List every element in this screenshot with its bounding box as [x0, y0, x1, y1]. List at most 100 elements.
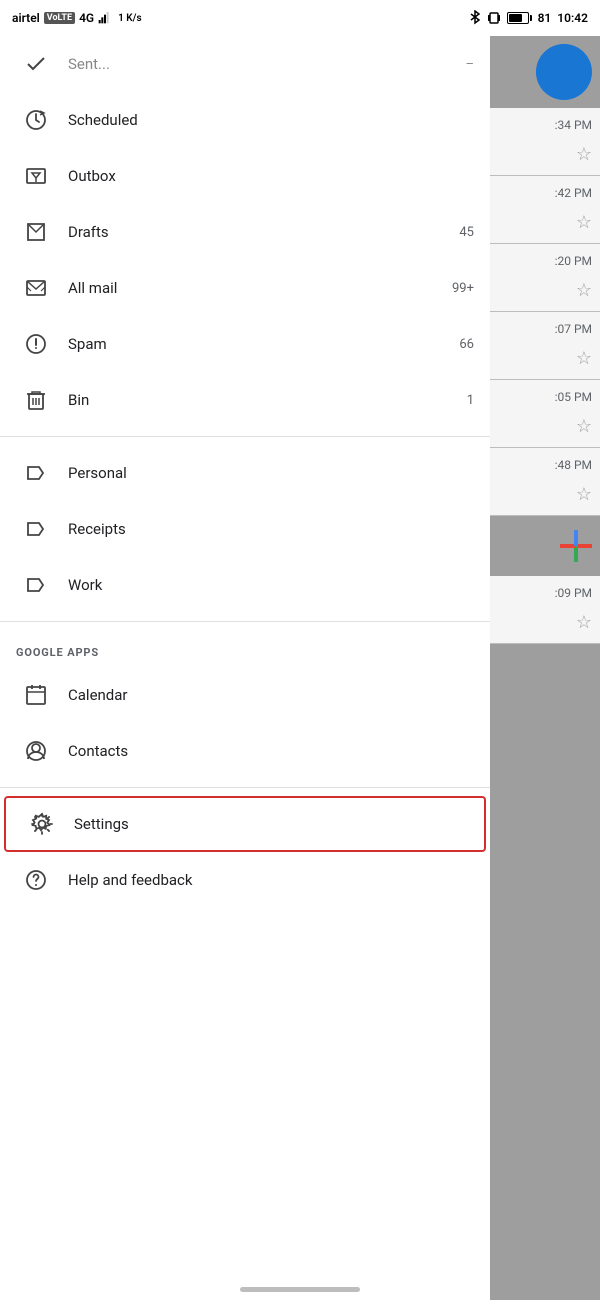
spam-svg-icon [24, 332, 48, 356]
compose-area [490, 516, 600, 576]
drafts-svg-icon [24, 220, 48, 244]
email-time-5: :05 PM [555, 390, 592, 404]
status-left: airtel VoLTE 4G 1 K/s [12, 10, 142, 26]
email-list: :34 PM ☆ :42 PM ☆ :20 PM ☆ :07 PM ☆ :05 … [490, 108, 600, 644]
help-label: Help and feedback [68, 871, 474, 889]
contacts-icon [16, 739, 56, 763]
outbox-svg-icon [24, 164, 48, 188]
divider-settings [0, 787, 490, 788]
email-row-4[interactable]: :07 PM ☆ [490, 312, 600, 380]
sent-label: Sent... [68, 55, 465, 73]
star-icon-7[interactable]: ☆ [576, 612, 592, 633]
email-row-3[interactable]: :20 PM ☆ [490, 244, 600, 312]
network-gen: 4G [79, 11, 94, 25]
email-time-1: :34 PM [555, 118, 592, 132]
speed-label: 1 K/s [118, 13, 141, 24]
contacts-label: Contacts [68, 742, 474, 760]
menu-item-outbox[interactable]: Outbox [0, 148, 490, 204]
email-row-5[interactable]: :05 PM ☆ [490, 380, 600, 448]
all-mail-icon [16, 276, 56, 300]
signal-icon [98, 10, 114, 26]
drafts-count: 45 [459, 225, 474, 240]
receipts-label-icon [16, 517, 56, 541]
email-row-7[interactable]: :09 PM ☆ [490, 576, 600, 644]
settings-svg-icon [30, 812, 54, 836]
menu-item-receipts[interactable]: Receipts [0, 501, 490, 557]
scheduled-svg-icon [24, 108, 48, 132]
menu-item-work[interactable]: Work [0, 557, 490, 613]
menu-item-bin[interactable]: Bin 1 [0, 372, 490, 428]
drafts-icon [16, 220, 56, 244]
home-indicator [240, 1287, 360, 1292]
all-mail-label: All mail [68, 279, 452, 297]
divider-google-apps [0, 621, 490, 622]
menu-item-help[interactable]: Help and feedback [0, 852, 490, 908]
google-apps-section-header: GOOGLE APPS [0, 630, 490, 667]
menu-item-settings[interactable]: Settings [4, 796, 486, 852]
bin-count: 1 [467, 393, 474, 408]
battery-percent: 81 [538, 11, 552, 25]
work-label-icon [16, 573, 56, 597]
calendar-icon [16, 683, 56, 707]
menu-item-spam[interactable]: Spam 66 [0, 316, 490, 372]
email-time-4: :07 PM [555, 322, 592, 336]
email-row-1[interactable]: :34 PM ☆ [490, 108, 600, 176]
volte-badge: VoLTE [44, 12, 75, 24]
email-row-6[interactable]: :48 PM ☆ [490, 448, 600, 516]
receipts-svg-icon [24, 517, 48, 541]
calendar-label: Calendar [68, 686, 474, 704]
help-svg-icon [24, 868, 48, 892]
settings-label: Settings [74, 815, 468, 833]
menu-item-calendar[interactable]: Calendar [0, 667, 490, 723]
battery-indicator [507, 12, 532, 24]
calendar-svg-icon [24, 683, 48, 707]
star-icon-2[interactable]: ☆ [576, 212, 592, 233]
personal-label-icon [16, 461, 56, 485]
email-time-2: :42 PM [555, 186, 592, 200]
personal-svg-icon [24, 461, 48, 485]
spam-count: 66 [459, 337, 474, 352]
star-icon-6[interactable]: ☆ [576, 484, 592, 505]
personal-label: Personal [68, 464, 474, 482]
work-label: Work [68, 576, 474, 594]
settings-icon [22, 812, 62, 836]
menu-item-scheduled[interactable]: Scheduled [0, 92, 490, 148]
work-svg-icon [24, 573, 48, 597]
status-bar: airtel VoLTE 4G 1 K/s 81 10:42 [0, 0, 600, 36]
google-plus-button[interactable] [556, 528, 592, 564]
contacts-svg-icon [24, 739, 48, 763]
email-panel: :34 PM ☆ :42 PM ☆ :20 PM ☆ :07 PM ☆ :05 … [490, 36, 600, 1300]
bin-svg-icon [24, 388, 48, 412]
spam-label: Spam [68, 335, 459, 353]
star-icon-1[interactable]: ☆ [576, 144, 592, 165]
google-plus-icon [560, 530, 592, 562]
outbox-icon [16, 164, 56, 188]
status-right: 81 10:42 [469, 10, 588, 26]
sent-checkmark-icon [24, 52, 48, 76]
carrier-label: airtel [12, 11, 40, 25]
sent-icon [16, 52, 56, 76]
star-icon-4[interactable]: ☆ [576, 348, 592, 369]
scheduled-icon [16, 108, 56, 132]
all-mail-count: 99+ [452, 281, 474, 296]
menu-item-contacts[interactable]: Contacts [0, 723, 490, 779]
navigation-drawer: Sent... – Scheduled [0, 36, 490, 1300]
help-icon [16, 868, 56, 892]
star-icon-3[interactable]: ☆ [576, 280, 592, 301]
email-row-2[interactable]: :42 PM ☆ [490, 176, 600, 244]
spam-icon [16, 332, 56, 356]
scheduled-label: Scheduled [68, 111, 474, 129]
bin-icon [16, 388, 56, 412]
email-time-6: :48 PM [555, 458, 592, 472]
menu-item-all-mail[interactable]: All mail 99+ [0, 260, 490, 316]
avatar[interactable] [536, 44, 592, 100]
menu-item-drafts[interactable]: Drafts 45 [0, 204, 490, 260]
email-time-7: :09 PM [555, 586, 592, 600]
star-icon-5[interactable]: ☆ [576, 416, 592, 437]
menu-item-personal[interactable]: Personal [0, 445, 490, 501]
outbox-label: Outbox [68, 167, 474, 185]
menu-item-sent[interactable]: Sent... – [0, 36, 490, 92]
sent-dash: – [465, 57, 474, 72]
bin-label: Bin [68, 391, 467, 409]
receipts-label: Receipts [68, 520, 474, 538]
